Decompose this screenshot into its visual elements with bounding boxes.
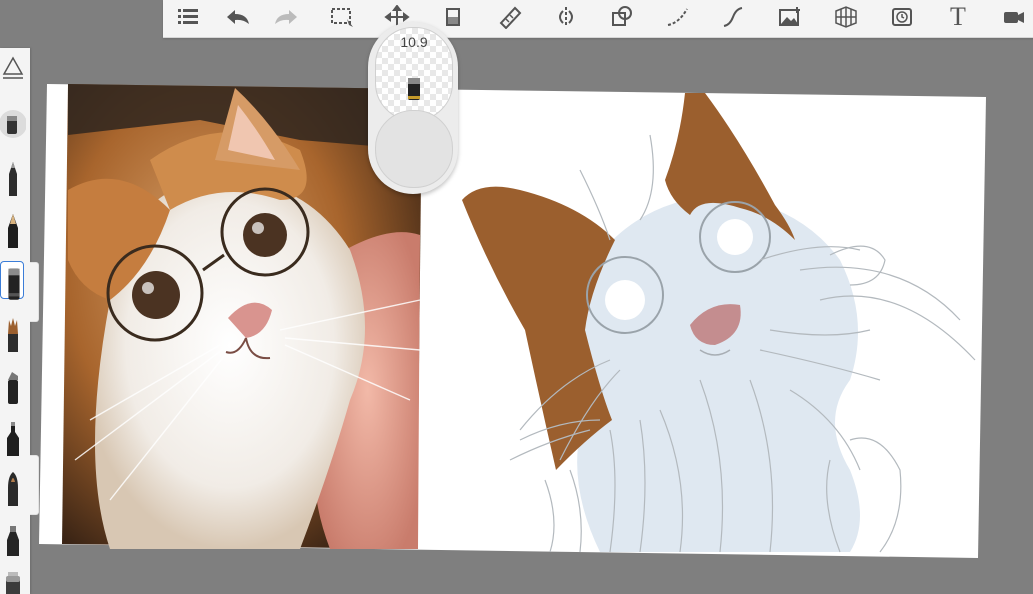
blender-brush-icon[interactable] bbox=[0, 566, 26, 594]
colored-pencil-brush-icon[interactable] bbox=[0, 210, 26, 250]
brush-size-value: 10.9 bbox=[400, 34, 428, 50]
perspective-icon[interactable] bbox=[829, 2, 863, 32]
list-icon[interactable] bbox=[171, 2, 205, 32]
shapes-icon[interactable] bbox=[605, 2, 639, 32]
marker-brush-icon[interactable] bbox=[0, 261, 24, 300]
fill-icon[interactable] bbox=[437, 2, 471, 32]
brush-selection-bracket bbox=[30, 262, 39, 322]
fountain-pen-brush-icon[interactable] bbox=[0, 468, 26, 508]
text-icon[interactable]: T bbox=[941, 2, 975, 32]
brush-puck[interactable]: 10.9 bbox=[368, 22, 458, 194]
symmetry-icon[interactable] bbox=[549, 2, 583, 32]
redo-icon[interactable] bbox=[269, 2, 303, 32]
drawing-canvas[interactable] bbox=[0, 0, 1033, 594]
sketchbook-app: T 10.9 bbox=[0, 0, 1033, 594]
chisel-marker-brush-icon[interactable] bbox=[0, 366, 26, 406]
brush-size-control[interactable]: 10.9 bbox=[375, 27, 453, 121]
marker-nib-icon bbox=[408, 78, 420, 100]
video-icon[interactable] bbox=[997, 2, 1031, 32]
paint-brush-icon[interactable] bbox=[0, 314, 26, 354]
ink-pen-brush-icon[interactable] bbox=[0, 418, 26, 458]
image-icon[interactable] bbox=[773, 2, 807, 32]
stroke-icon[interactable] bbox=[661, 2, 695, 32]
eraser-brush-icon[interactable] bbox=[0, 104, 27, 144]
text-tool-label: T bbox=[950, 2, 966, 31]
brush-palette bbox=[0, 48, 30, 594]
time-lapse-icon[interactable] bbox=[885, 2, 919, 32]
selection-icon[interactable] bbox=[325, 2, 359, 32]
airbrush-brush-icon[interactable] bbox=[0, 518, 26, 558]
ruler-icon[interactable] bbox=[493, 2, 527, 32]
brush-palette-header-icon[interactable] bbox=[0, 50, 26, 90]
main-toolbar: T bbox=[163, 0, 1033, 38]
pencil-brush-icon[interactable] bbox=[0, 158, 26, 198]
curve-icon[interactable] bbox=[716, 2, 750, 32]
brush-selection-bracket bbox=[30, 455, 39, 515]
brush-opacity-control[interactable] bbox=[375, 110, 453, 188]
undo-icon[interactable] bbox=[221, 2, 255, 32]
